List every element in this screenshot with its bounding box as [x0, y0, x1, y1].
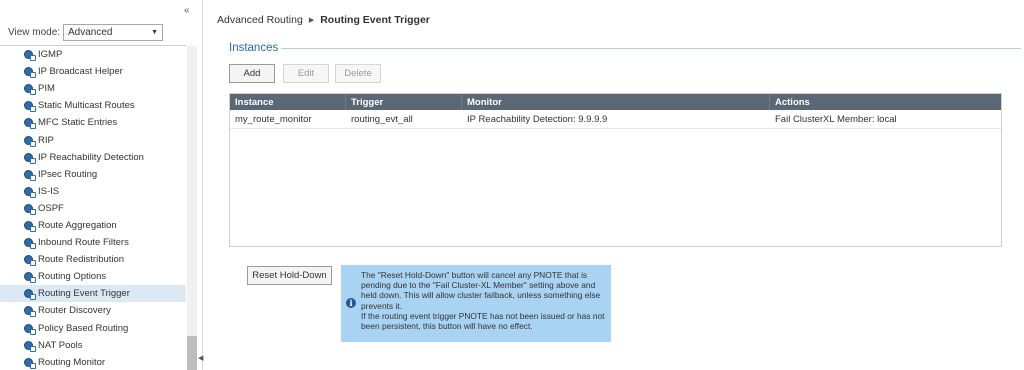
routing-module-icon [24, 152, 36, 164]
sidebar-item-label: Routing Event Trigger [38, 288, 130, 300]
sidebar-item-is-is[interactable]: IS-IS [0, 183, 186, 200]
cell-instance: my_route_monitor [235, 113, 312, 125]
cell-actions: Fail ClusterXL Member: local [775, 113, 897, 125]
sidebar-item-routing-event-trigger[interactable]: Routing Event Trigger [0, 285, 186, 303]
chevron-down-icon: ▼ [151, 29, 158, 36]
sidebar-item-label: IP Reachability Detection [38, 151, 144, 163]
instances-table: Instance Trigger Monitor Actions my_rout… [229, 93, 1002, 247]
sidebar-item-label: Static Multicast Routes [38, 100, 135, 112]
breadcrumb-parent[interactable]: Advanced Routing [217, 14, 303, 26]
page-title: Routing Event Trigger [320, 14, 430, 26]
routing-module-icon [24, 237, 36, 250]
sidebar-item-label: OSPF [38, 202, 64, 214]
sidebar-item-igmp[interactable]: IGMP [0, 46, 186, 63]
sidebar-item-ip-broadcast-helper[interactable]: IP Broadcast Helper [0, 63, 186, 80]
sidebar-item-ip-reachability-detection[interactable]: IP Reachability Detection [0, 149, 186, 166]
view-mode-value: Advanced [68, 27, 113, 38]
table-header: Instance Trigger Monitor Actions [230, 94, 1001, 110]
sidebar-item-rip[interactable]: RIP [0, 131, 186, 148]
info-icon: i [346, 298, 356, 308]
sidebar-item-pim[interactable]: PIM [0, 80, 186, 97]
instances-title: Instances [229, 42, 279, 54]
cell-trigger: routing_evt_all [351, 113, 413, 125]
sidebar-item-label: PIM [38, 83, 55, 95]
routing-module-icon [24, 186, 36, 198]
section-divider [281, 48, 1021, 49]
sidebar-item-label: Router Discovery [38, 305, 111, 317]
sidebar-item-route-aggregation[interactable]: Route Aggregation [0, 217, 186, 234]
routing-module-icon [24, 66, 36, 79]
collapse-sidebar-icon[interactable]: « [184, 5, 190, 16]
sidebar-item-policy-based-routing[interactable]: Policy Based Routing [0, 320, 186, 337]
sidebar-item-label: IGMP [38, 49, 63, 61]
column-header-actions[interactable]: Actions [770, 94, 1001, 110]
sidebar-item-router-discovery[interactable]: Router Discovery [0, 302, 186, 319]
sidebar-item-label: RIP [38, 134, 54, 146]
sidebar-item-ipsec-routing[interactable]: IPsec Routing [0, 166, 186, 183]
hint-text-2: If the routing event trigger PNOTE has n… [361, 310, 605, 332]
info-hint: i The "Reset Hold-Down" button will canc… [341, 265, 611, 342]
sidebar-item-routing-options[interactable]: Routing Options [0, 268, 186, 285]
sidebar-item-ospf[interactable]: OSPF [0, 200, 186, 217]
breadcrumb-separator-icon: ▶ [308, 17, 315, 24]
routing-module-icon [24, 357, 36, 369]
column-header-trigger[interactable]: Trigger [346, 94, 462, 110]
sidebar-item-route-redistribution[interactable]: Route Redistribution [0, 251, 186, 268]
hint-text-1: The "Reset Hold-Down" button will cancel… [361, 270, 601, 311]
breadcrumb: Advanced Routing ▶ Routing Event Trigger [217, 14, 430, 26]
edit-button[interactable]: Edit [283, 64, 329, 83]
routing-module-icon [24, 169, 36, 181]
scrollbar-thumb[interactable] [187, 336, 197, 370]
routing-module-icon [24, 100, 36, 113]
sidebar-item-label: NAT Pools [38, 339, 83, 351]
delete-button[interactable]: Delete [335, 64, 381, 83]
routing-module-icon [24, 254, 36, 267]
routing-module-icon [24, 288, 36, 301]
sidebar-item-label: IP Broadcast Helper [38, 66, 123, 78]
sidebar-item-label: Route Redistribution [38, 254, 125, 266]
routing-module-icon [24, 323, 36, 335]
routing-module-icon [24, 271, 36, 284]
routing-module-icon [24, 135, 36, 147]
sidebar-nav: IGMP IP Broadcast Helper PIM Static Multica… [0, 46, 186, 370]
sidebar-item-label: Routing Monitor [38, 356, 106, 368]
sidebar-item-label: Inbound Route Filters [38, 237, 129, 249]
cell-monitor: IP Reachability Detection: 9.9.9.9 [467, 113, 608, 125]
view-mode-label: View mode: [8, 27, 61, 38]
add-button[interactable]: Add [229, 64, 275, 83]
sidebar-item-routing-monitor[interactable]: Routing Monitor [0, 354, 186, 370]
sidebar-item-label: Routing Options [38, 271, 107, 283]
routing-module-icon [24, 83, 36, 96]
routing-module-icon [24, 220, 36, 232]
table-row[interactable]: my_route_monitor routing_evt_all IP Reac… [230, 110, 1001, 129]
sidebar-scrollbar[interactable] [187, 46, 197, 370]
view-mode: View mode: [8, 27, 68, 38]
sidebar-item-mfc-static-entries[interactable]: MFC Static Entries [0, 114, 186, 131]
sidebar: « View mode: Advanced ▼ IGMP IP Broadcast… [0, 0, 203, 370]
routing-module-icon [24, 203, 36, 215]
sidebar-item-nat-pools[interactable]: NAT Pools [0, 337, 186, 354]
column-header-instance[interactable]: Instance [230, 94, 346, 110]
sidebar-item-label: IPsec Routing [38, 168, 98, 180]
sidebar-item-label: Policy Based Routing [38, 322, 129, 334]
routing-module-icon [24, 340, 36, 352]
view-mode-select[interactable]: Advanced ▼ [63, 24, 163, 41]
column-header-monitor[interactable]: Monitor [462, 94, 770, 110]
sidebar-item-label: Route Aggregation [38, 219, 117, 231]
reset-hold-down-button[interactable]: Reset Hold-Down [247, 266, 332, 285]
chevron-left-icon[interactable]: ◀ [198, 354, 203, 362]
routing-module-icon [24, 117, 36, 130]
routing-module-icon [24, 305, 36, 318]
sidebar-item-label: IS-IS [38, 185, 60, 197]
routing-module-icon [24, 49, 36, 62]
sidebar-item-inbound-route-filters[interactable]: Inbound Route Filters [0, 234, 186, 251]
sidebar-item-static-multicast-routes[interactable]: Static Multicast Routes [0, 97, 186, 114]
sidebar-item-label: MFC Static Entries [38, 117, 118, 129]
